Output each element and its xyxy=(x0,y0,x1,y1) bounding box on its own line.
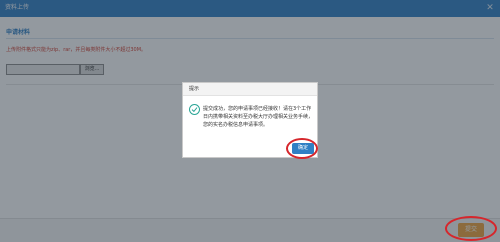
check-icon xyxy=(189,104,200,115)
success-dialog: 提示 提交成功，您的申请事项已经接收！请在3个工作日内携带相关资料至办税大厅办理… xyxy=(182,82,318,159)
dialog-title: 提示 xyxy=(189,86,200,92)
dialog-header: 提示 xyxy=(183,83,317,96)
annotation-ring-ok xyxy=(286,138,318,159)
dialog-message: 提交成功，您的申请事项已经接收！请在3个工作日内携带相关资料至办税大厅办理相关业… xyxy=(203,106,314,128)
annotation-ring-submit xyxy=(445,216,497,241)
